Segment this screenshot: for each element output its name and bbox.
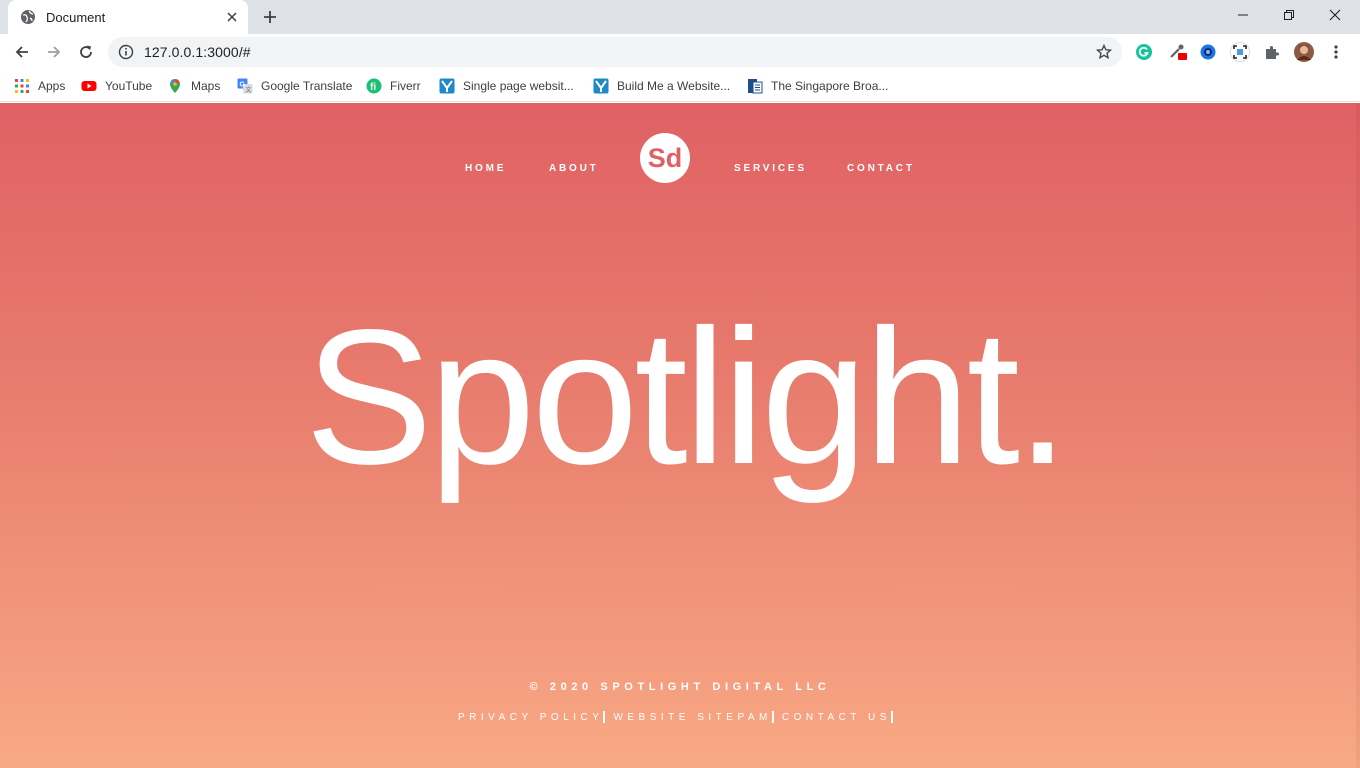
bookmark-label: Build Me a Website... — [617, 79, 731, 93]
bookmark-label: The Singapore Broa... — [771, 79, 889, 93]
back-arrow-icon[interactable] — [8, 38, 36, 66]
footer-divider — [771, 711, 774, 723]
info-icon[interactable] — [118, 44, 134, 60]
youtube-icon — [81, 78, 97, 94]
url-text[interactable]: 127.0.0.1:3000/# — [144, 44, 251, 60]
bookmark-apps[interactable]: Apps — [14, 76, 65, 96]
bookmark-google-translate[interactable]: G文 Google Translate — [237, 76, 352, 96]
bookmark-youtube[interactable]: YouTube — [81, 76, 152, 96]
bookmark-fiverr[interactable]: fi Fiverr — [366, 76, 421, 96]
plus-icon[interactable] — [258, 5, 282, 29]
logo[interactable]: Sd — [640, 133, 690, 183]
yoast-icon — [439, 78, 455, 94]
bookmark-label: YouTube — [105, 79, 153, 93]
bookmark-label: Maps — [191, 79, 221, 93]
nav-link-about[interactable]: ABOUT — [549, 163, 599, 174]
footer-links: PRIVACY POLICY WEBSITE SITEPAM CONTACT U… — [458, 710, 901, 724]
copyright-text: © 2020 SPOTLIGHT DIGITAL LLC — [529, 681, 831, 693]
fiverr-icon: fi — [366, 78, 382, 94]
bookmark-maps[interactable]: Maps — [167, 76, 220, 96]
document-icon — [747, 78, 763, 94]
page-viewport: HOME ABOUT Sd SERVICES CONTACT Spotlight… — [0, 103, 1360, 768]
bookmarks-bar: Apps YouTube Maps G文 Google Translate fi… — [0, 70, 1360, 102]
bookmark-label: Apps — [38, 79, 66, 93]
screenshot-icon[interactable] — [1230, 42, 1250, 62]
browser-tab[interactable]: Document — [8, 0, 248, 34]
footer-link-website-sitemap[interactable]: WEBSITE SITEPAM — [613, 712, 771, 723]
minimize-icon[interactable] — [1220, 0, 1266, 30]
apps-grid-icon — [14, 78, 30, 94]
tab-title: Document — [46, 9, 106, 25]
hero-title: Spotlight. — [304, 289, 1070, 504]
grammarly-icon[interactable] — [1134, 42, 1154, 62]
bookmark-label: Fiverr — [390, 79, 421, 93]
browser-toolbar: 127.0.0.1:3000/# — [0, 34, 1360, 70]
nav-link-contact[interactable]: CONTACT — [847, 163, 915, 174]
forward-arrow-icon[interactable] — [40, 38, 68, 66]
restore-icon[interactable] — [1266, 0, 1312, 30]
bookmark-label: Single page websit... — [463, 79, 574, 93]
globe-icon — [20, 9, 36, 25]
color-picker-icon[interactable] — [1168, 42, 1188, 62]
svg-text:fi: fi — [370, 82, 376, 93]
bookmark-label: Google Translate — [261, 79, 353, 93]
reload-icon[interactable] — [72, 38, 100, 66]
maps-pin-icon — [167, 78, 183, 94]
site-nav: HOME ABOUT Sd SERVICES CONTACT — [0, 103, 1360, 223]
address-bar[interactable]: 127.0.0.1:3000/# — [108, 37, 1122, 67]
bookmark-single-page[interactable]: Single page websit... — [439, 76, 574, 96]
footer-divider — [890, 711, 893, 723]
bookmark-build-me-website[interactable]: Build Me a Website... — [593, 76, 730, 96]
close-icon[interactable] — [222, 7, 242, 27]
more-vert-icon[interactable] — [1326, 42, 1346, 62]
screen-recorder-icon[interactable] — [1198, 42, 1218, 62]
avatar[interactable] — [1294, 42, 1314, 62]
footer-link-contact-us[interactable]: CONTACT US — [782, 712, 891, 723]
puzzle-icon[interactable] — [1262, 42, 1282, 62]
bookmark-singapore-broadcast[interactable]: The Singapore Broa... — [747, 76, 888, 96]
window-close-icon[interactable] — [1312, 0, 1358, 30]
translate-icon: G文 — [237, 78, 253, 94]
footer-divider — [603, 711, 606, 723]
nav-link-home[interactable]: HOME — [465, 163, 506, 174]
bookmark-star-icon[interactable] — [1096, 44, 1112, 60]
footer-link-privacy-policy[interactable]: PRIVACY POLICY — [458, 712, 603, 723]
nav-link-services[interactable]: SERVICES — [734, 163, 807, 174]
scrollbar[interactable] — [1356, 103, 1360, 768]
browser-tab-strip: Document — [0, 0, 1360, 34]
svg-text:文: 文 — [246, 86, 252, 94]
yoast-icon — [593, 78, 609, 94]
